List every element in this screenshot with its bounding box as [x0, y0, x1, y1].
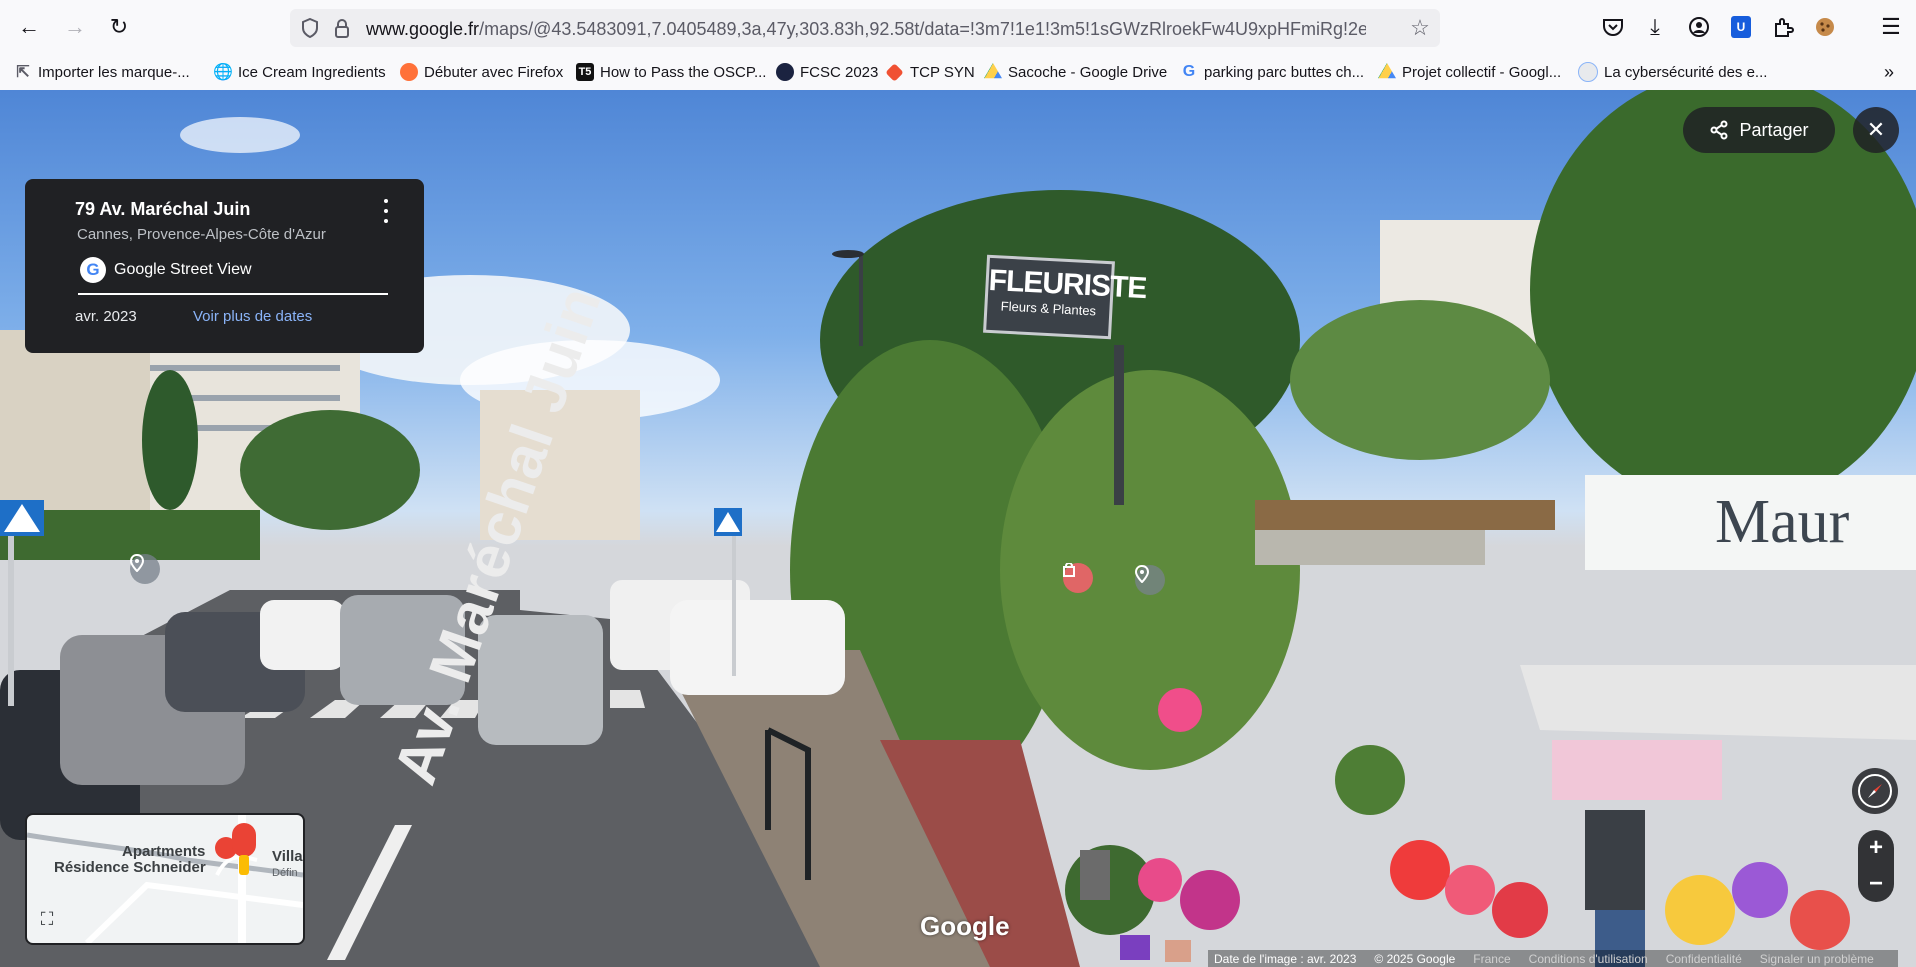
bookmark-item[interactable]: Sacoche - Google Drive: [984, 61, 1167, 83]
shop-sign: Maur: [1585, 475, 1916, 570]
lock-icon[interactable]: [330, 16, 354, 40]
cookie-icon[interactable]: [1810, 12, 1840, 42]
place-marker-icon[interactable]: [1135, 565, 1165, 595]
map-footer: Date de l'image : avr. 2023 © 2025 Googl…: [1208, 950, 1898, 967]
capture-date: avr. 2023: [75, 308, 137, 325]
drive-icon: [1378, 63, 1396, 79]
chevron-right-icon[interactable]: »: [1884, 61, 1894, 83]
bookmark-item[interactable]: T5 How to Pass the OSCP...: [576, 61, 766, 83]
git-icon: [885, 62, 904, 82]
bookmark-item[interactable]: 🌐 Ice Cream Ingredients: [213, 61, 386, 83]
map-label-defin: Défin: [272, 867, 298, 879]
drive-icon: [984, 63, 1002, 79]
star-icon[interactable]: ☆: [1408, 15, 1432, 40]
bookmark-item[interactable]: ⇱ Importer les marque-...: [14, 61, 189, 83]
map-label-residence: Résidence Schneider: [54, 859, 206, 876]
extensions-icon[interactable]: [1768, 12, 1798, 42]
fleuriste-sign: FLEURISTE Fleurs & Plantes: [983, 254, 1147, 340]
globe-icon: 🌐: [213, 64, 233, 81]
import-icon: ⇱: [16, 64, 30, 81]
expand-map-icon[interactable]: ⛶: [35, 907, 59, 931]
share-icon: [1710, 120, 1728, 140]
shield-icon[interactable]: [298, 16, 322, 40]
zoom-out-button[interactable]: −: [1858, 866, 1894, 902]
pegman-body-icon: [239, 855, 249, 875]
street-view-source: G Google Street View: [80, 257, 252, 283]
zoom-controls: + −: [1858, 830, 1894, 902]
forward-icon[interactable]: →: [58, 10, 92, 44]
shopping-marker-icon[interactable]: [1063, 563, 1093, 593]
compass-icon[interactable]: [1852, 768, 1898, 814]
bookmark-item[interactable]: FCSC 2023: [776, 61, 878, 83]
privacy-link[interactable]: Confidentialité: [1666, 952, 1742, 966]
share-label: Partager: [1739, 119, 1809, 140]
pegman-icon[interactable]: [232, 823, 256, 857]
google-logo-icon: G: [80, 257, 106, 283]
map-label-villa: Villa: [272, 848, 303, 865]
bookmark-item[interactable]: Débuter avec Firefox: [400, 61, 563, 83]
more-dates-link[interactable]: Voir plus de dates: [193, 308, 312, 325]
close-icon[interactable]: ✕: [1853, 107, 1899, 153]
account-icon[interactable]: [1684, 12, 1714, 42]
pocket-icon[interactable]: [1598, 12, 1628, 42]
site-icon: [1578, 62, 1598, 82]
timeline-bar: [78, 293, 388, 295]
bookmarks-bar: ⇱ Importer les marque-... 🌐 Ice Cream Ingr…: [0, 54, 1916, 91]
place-marker-icon[interactable]: [130, 554, 160, 584]
url-bar[interactable]: www.google.fr/maps/@43.5483091,7.0405489…: [290, 9, 1440, 47]
google-watermark: Google: [920, 911, 1010, 941]
zoom-in-button[interactable]: +: [1858, 830, 1894, 866]
bitwarden-icon[interactable]: U: [1726, 12, 1756, 42]
url-text[interactable]: www.google.fr/maps/@43.5483091,7.0405489…: [366, 19, 1366, 40]
firefox-icon: [400, 63, 418, 81]
fcsc-icon: [776, 63, 794, 81]
country-link[interactable]: France: [1473, 952, 1510, 966]
map-label-apartments: Apartments: [122, 843, 206, 860]
bookmark-item[interactable]: Gparking parc buttes ch...: [1180, 61, 1364, 83]
image-date: Date de l'image : avr. 2023: [1214, 951, 1357, 966]
minimap[interactable]: Apartments Résidence Schneider Villa Déf…: [25, 813, 305, 945]
download-icon[interactable]: ⤓: [1640, 12, 1670, 42]
location-title: 79 Av. Maréchal Juin: [75, 199, 251, 219]
browser-toolbar: ← → ↻ www.google.fr/maps/@43.5483091,7.0…: [0, 0, 1916, 54]
reload-icon[interactable]: ↻: [102, 10, 136, 44]
google-icon: G: [1182, 63, 1196, 80]
minimap-roads: [27, 815, 303, 943]
report-problem-link[interactable]: Signaler un problème: [1760, 952, 1874, 966]
share-button[interactable]: Partager: [1683, 107, 1835, 153]
bookmark-item[interactable]: La cybersécurité des e...: [1578, 61, 1767, 83]
bookmark-item[interactable]: TCP SYN: [885, 61, 975, 83]
bookmark-item[interactable]: Projet collectif - Googl...: [1378, 61, 1561, 83]
location-subtitle: Cannes, Provence-Alpes-Côte d'Azur: [77, 226, 326, 243]
copyright: © 2025 Google: [1374, 951, 1456, 966]
menu-icon[interactable]: ☰: [1876, 12, 1906, 42]
back-icon[interactable]: ←: [12, 10, 46, 44]
t5-icon: T5: [576, 63, 594, 81]
terms-link[interactable]: Conditions d'utilisation: [1529, 952, 1648, 966]
more-options-icon[interactable]: [378, 199, 394, 223]
location-info-card: 79 Av. Maréchal Juin Cannes, Provence-Al…: [25, 179, 424, 353]
